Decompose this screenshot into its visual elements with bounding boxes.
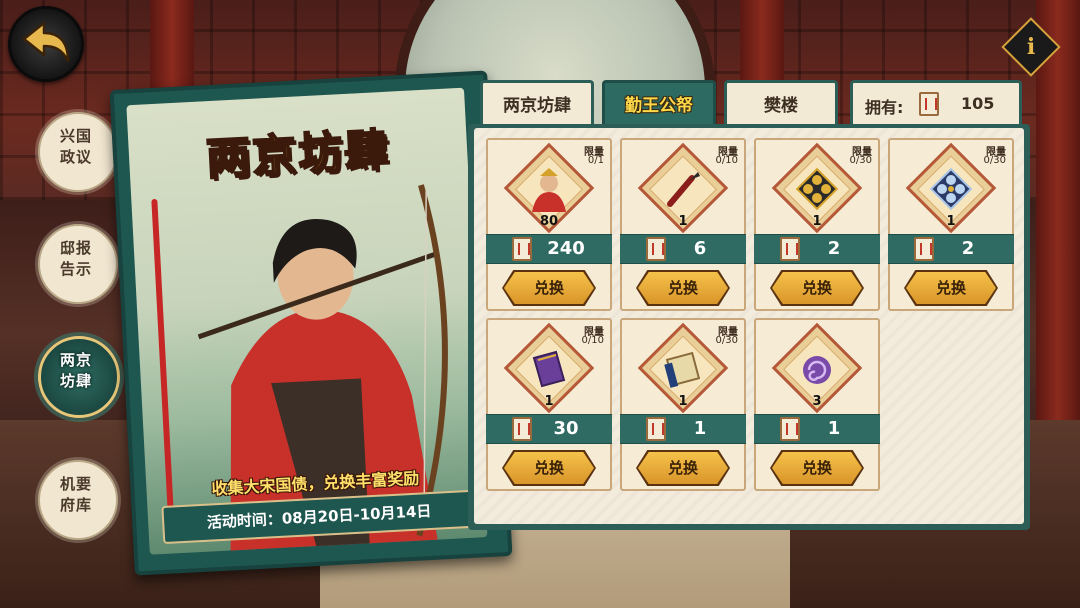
item-price: 30 <box>553 418 579 439</box>
item-price: 1 <box>827 418 841 439</box>
nav-item-label: 机要 府库 <box>59 475 92 514</box>
exchange-button[interactable]: 兑换 <box>638 272 728 304</box>
back-arrow-icon <box>22 21 70 63</box>
price-bar: 30 <box>486 414 612 444</box>
limit-value: 0/1 <box>587 155 604 166</box>
currency-display: 拥有: 105 <box>850 80 1022 126</box>
bond-token-icon <box>914 237 934 261</box>
price-bar: 6 <box>620 234 746 264</box>
bond-token-icon <box>780 237 800 261</box>
shop-item: 限量 0/10 1 6 兑换 <box>620 138 746 311</box>
gold-flower-gem-icon <box>795 167 839 211</box>
currency-label: 拥有: <box>865 98 904 117</box>
item-quantity: 1 <box>544 394 554 409</box>
event-banner: 两京坊肆 收集大宋国债，兑换丰富奖励 活动时间：08月20日-10月14日 <box>109 70 513 576</box>
item-quantity: 3 <box>812 394 822 409</box>
scroll-icon <box>664 351 701 388</box>
banner-artwork: 两京坊肆 收集大宋国债，兑换丰富奖励 活动时间：08月20日-10月14日 <box>126 87 488 555</box>
tab-label: 勤王公帑 <box>625 96 693 116</box>
exchange-button[interactable]: 兑换 <box>504 272 594 304</box>
shop-grid: 限量 0/1 80 240 兑换 限量 0/10 1 6 兑换 限量 0/30 … <box>474 128 1024 524</box>
shop-item: 限量 0/30 1 1 兑换 <box>620 318 746 491</box>
limit-value: 0/30 <box>715 335 738 346</box>
nav-item-label: 两京 坊肆 <box>59 351 92 390</box>
tab-label: 两京坊肆 <box>503 96 571 116</box>
item-price: 2 <box>827 238 841 259</box>
tab-label: 樊楼 <box>764 96 798 116</box>
item-price: 6 <box>693 238 707 259</box>
price-bar: 240 <box>486 234 612 264</box>
bond-token-icon <box>919 92 939 116</box>
brush-icon <box>667 172 700 207</box>
exchange-button[interactable]: 兑换 <box>638 452 728 484</box>
back-button[interactable] <box>8 6 84 82</box>
currency-value: 105 <box>961 94 995 113</box>
limit-value: 0/10 <box>581 335 604 346</box>
purple-book-icon <box>532 350 566 388</box>
item-quantity: 1 <box>812 214 822 229</box>
nav-item-jiyao[interactable]: 机要 府库 <box>38 460 118 540</box>
exchange-button[interactable]: 兑换 <box>504 452 594 484</box>
item-price: 1 <box>693 418 707 439</box>
item-quantity: 1 <box>678 394 688 409</box>
tab-qinwang[interactable]: 勤王公帑 <box>602 80 716 126</box>
general-portrait-icon <box>532 168 566 212</box>
bond-token-icon <box>512 237 532 261</box>
purple-swirl-orb-icon <box>803 356 831 384</box>
nav-item-dibao[interactable]: 邸报 告示 <box>38 224 118 304</box>
shop-item: 3 1 兑换 <box>754 318 880 491</box>
price-bar: 2 <box>888 234 1014 264</box>
nav-item-label: 邸报 告示 <box>59 239 92 278</box>
shop-item: 限量 0/10 1 30 兑换 <box>486 318 612 491</box>
limit-value: 0/30 <box>983 155 1006 166</box>
tab-fanlou[interactable]: 樊楼 <box>724 80 838 126</box>
bond-token-icon <box>512 417 532 441</box>
tab-liangjing[interactable]: 两京坊肆 <box>480 80 594 126</box>
info-icon: i <box>1026 34 1036 60</box>
item-quantity: 1 <box>946 214 956 229</box>
price-bar: 1 <box>620 414 746 444</box>
shop-item: 限量 0/1 80 240 兑换 <box>486 138 612 311</box>
nav-item-liangjing[interactable]: 两京 坊肆 <box>38 336 120 418</box>
bond-token-icon <box>646 237 666 261</box>
shop-panel: 限量 0/1 80 240 兑换 限量 0/10 1 6 兑换 限量 0/30 … <box>468 124 1030 530</box>
bond-token-icon <box>646 417 666 441</box>
nav-item-label: 兴国 政议 <box>59 127 92 166</box>
limit-value: 0/30 <box>849 155 872 166</box>
shop-item: 限量 0/30 1 2 兑换 <box>754 138 880 311</box>
item-price: 240 <box>547 238 585 259</box>
bond-token-icon <box>780 417 800 441</box>
exchange-button[interactable]: 兑换 <box>772 272 862 304</box>
limit-value: 0/10 <box>715 155 738 166</box>
nav-item-xingguo[interactable]: 兴国 政议 <box>38 112 118 192</box>
item-price: 2 <box>961 238 975 259</box>
price-bar: 2 <box>754 234 880 264</box>
exchange-button[interactable]: 兑换 <box>906 272 996 304</box>
item-quantity: 80 <box>539 214 559 229</box>
shop-item: 限量 0/30 1 2 兑换 <box>888 138 1014 311</box>
price-bar: 1 <box>754 414 880 444</box>
exchange-button[interactable]: 兑换 <box>772 452 862 484</box>
item-quantity: 1 <box>678 214 688 229</box>
blue-flower-gem-icon <box>929 167 973 211</box>
